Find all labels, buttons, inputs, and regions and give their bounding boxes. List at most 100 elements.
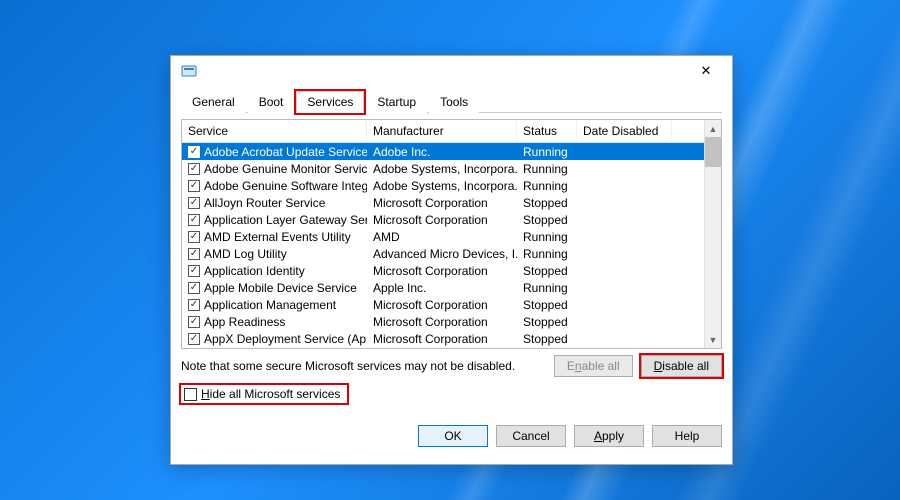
table-row[interactable]: ✓ Adobe Genuine Software Integri...Adobe … — [182, 177, 721, 194]
row-checkbox[interactable]: ✓ — [188, 282, 200, 294]
table-row[interactable]: ✓ AppX Deployment Service (AppX...Microso… — [182, 330, 721, 347]
manufacturer-cell: Advanced Micro Devices, I... — [367, 245, 517, 262]
row-checkbox[interactable]: ✓ — [188, 333, 200, 345]
service-name: Application Identity — [204, 264, 305, 278]
column-service[interactable]: Service — [182, 120, 367, 142]
hide-microsoft-row: Hide all Microsoft services — [181, 385, 347, 403]
table-row[interactable]: ✓Application IdentityMicrosoft Corporati… — [182, 262, 721, 279]
tab-startup[interactable]: Startup — [366, 91, 427, 113]
service-name: Apple Mobile Device Service — [204, 281, 357, 295]
close-icon: ✕ — [701, 63, 712, 79]
tab-boot[interactable]: Boot — [248, 91, 295, 113]
service-name: Adobe Genuine Monitor Service — [204, 162, 367, 176]
date-disabled-cell — [577, 228, 672, 245]
row-checkbox[interactable]: ✓ — [188, 248, 200, 260]
date-disabled-cell — [577, 143, 672, 160]
status-cell: Running — [517, 160, 577, 177]
table-row[interactable]: ✓ Adobe Genuine Monitor ServiceAdobe Syst… — [182, 160, 721, 177]
column-manufacturer[interactable]: Manufacturer — [367, 120, 517, 142]
listview-body: ✓Adobe Acrobat Update ServiceAdobe Inc.R… — [182, 143, 721, 348]
help-button[interactable]: Help — [652, 425, 722, 447]
column-date-disabled[interactable]: Date Disabled — [577, 120, 672, 142]
table-row[interactable]: ✓ Application Management Microsoft Corpora… — [182, 296, 721, 313]
service-name: Adobe Genuine Software Integri... — [204, 179, 367, 193]
manufacturer-cell: Microsoft Corporation — [367, 330, 517, 347]
tab-bar: General Boot Services Startup Tools — [181, 90, 722, 113]
manufacturer-cell: Microsoft Corporation — [367, 296, 517, 313]
ok-button[interactable]: OK — [418, 425, 488, 447]
tab-general[interactable]: General — [181, 91, 246, 113]
manufacturer-cell: Adobe Systems, Incorpora... — [367, 160, 517, 177]
status-cell: Running — [517, 245, 577, 262]
status-cell: Stopped — [517, 194, 577, 211]
status-cell: Stopped — [517, 262, 577, 279]
table-row[interactable]: ✓ AllJoyn Router Service Microsoft Corpora… — [182, 194, 721, 211]
manufacturer-cell: AMD — [367, 228, 517, 245]
status-cell: Running — [517, 279, 577, 296]
service-name: App Readiness — [204, 315, 285, 329]
date-disabled-cell — [577, 160, 672, 177]
scrollbar-thumb[interactable] — [705, 137, 721, 167]
table-row[interactable]: ✓ Apple Mobile Device Service Apple Inc.Ru… — [182, 279, 721, 296]
table-row[interactable]: ✓ App Readiness Microsoft CorporationStopp… — [182, 313, 721, 330]
manufacturer-cell: Apple Inc. — [367, 279, 517, 296]
titlebar: ✕ — [171, 56, 732, 86]
status-cell: Running — [517, 228, 577, 245]
status-cell: Stopped — [517, 211, 577, 228]
cancel-button[interactable]: Cancel — [496, 425, 566, 447]
tab-tools[interactable]: Tools — [429, 91, 479, 113]
service-name: Adobe Acrobat Update Service — [204, 145, 367, 159]
date-disabled-cell — [577, 279, 672, 296]
status-cell: Stopped — [517, 330, 577, 347]
service-name: Application Layer Gateway Service — [204, 213, 367, 227]
tab-services[interactable]: Services — [296, 91, 364, 113]
date-disabled-cell — [577, 313, 672, 330]
date-disabled-cell — [577, 330, 672, 347]
column-status[interactable]: Status — [517, 120, 577, 142]
table-row[interactable]: ✓ AMD External Events Utility AMDRunning — [182, 228, 721, 245]
apply-button[interactable]: Apply — [574, 425, 644, 447]
date-disabled-cell — [577, 262, 672, 279]
service-name: AMD Log Utility — [204, 247, 287, 261]
hide-microsoft-checkbox[interactable] — [184, 388, 197, 401]
disable-all-button[interactable]: Disable all — [641, 355, 722, 377]
date-disabled-cell — [577, 211, 672, 228]
hide-microsoft-label[interactable]: Hide all Microsoft services — [201, 387, 340, 401]
row-checkbox[interactable]: ✓ — [188, 197, 200, 209]
listview-header[interactable]: Service Manufacturer Status Date Disable… — [182, 120, 721, 143]
manufacturer-cell: Microsoft Corporation — [367, 313, 517, 330]
enable-all-button: Enable all — [554, 355, 633, 377]
service-name: AppX Deployment Service (AppX... — [204, 332, 367, 346]
row-checkbox[interactable]: ✓ — [188, 163, 200, 175]
row-checkbox[interactable]: ✓ — [188, 265, 200, 277]
manufacturer-cell: Adobe Systems, Incorpora... — [367, 177, 517, 194]
table-row[interactable]: ✓ Adobe Acrobat Update ServiceAdobe Inc.R… — [182, 143, 721, 160]
service-name: Application Management — [204, 298, 336, 312]
status-cell: Running — [517, 177, 577, 194]
row-checkbox[interactable]: ✓ — [188, 299, 200, 311]
row-checkbox[interactable]: ✓ — [188, 214, 200, 226]
status-cell: Running — [517, 143, 577, 160]
scroll-down-icon[interactable]: ▼ — [705, 331, 721, 348]
note-row: Note that some secure Microsoft services… — [181, 355, 722, 377]
manufacturer-cell: Microsoft Corporation — [367, 194, 517, 211]
table-row[interactable]: ✓ AMD Log Utility Advanced Micro Devices, … — [182, 245, 721, 262]
footer-buttons: OK Cancel Apply Help — [181, 425, 722, 447]
service-name: AMD External Events Utility — [204, 230, 351, 244]
manufacturer-cell: Microsoft Corporation — [367, 211, 517, 228]
scroll-up-icon[interactable]: ▲ — [705, 120, 721, 137]
row-checkbox[interactable]: ✓ — [188, 231, 200, 243]
table-row[interactable]: ✓ Application Layer Gateway ServiceMicros… — [182, 211, 721, 228]
row-checkbox[interactable]: ✓ — [188, 180, 200, 192]
service-name: AllJoyn Router Service — [204, 196, 325, 210]
status-cell: Stopped — [517, 296, 577, 313]
services-listview[interactable]: Service Manufacturer Status Date Disable… — [181, 119, 722, 349]
status-cell: Stopped — [517, 313, 577, 330]
date-disabled-cell — [577, 296, 672, 313]
close-button[interactable]: ✕ — [686, 57, 726, 85]
vertical-scrollbar[interactable]: ▲ ▼ — [704, 120, 721, 348]
date-disabled-cell — [577, 245, 672, 262]
manufacturer-cell: Adobe Inc. — [367, 143, 517, 160]
row-checkbox[interactable]: ✓ — [188, 146, 200, 158]
row-checkbox[interactable]: ✓ — [188, 316, 200, 328]
